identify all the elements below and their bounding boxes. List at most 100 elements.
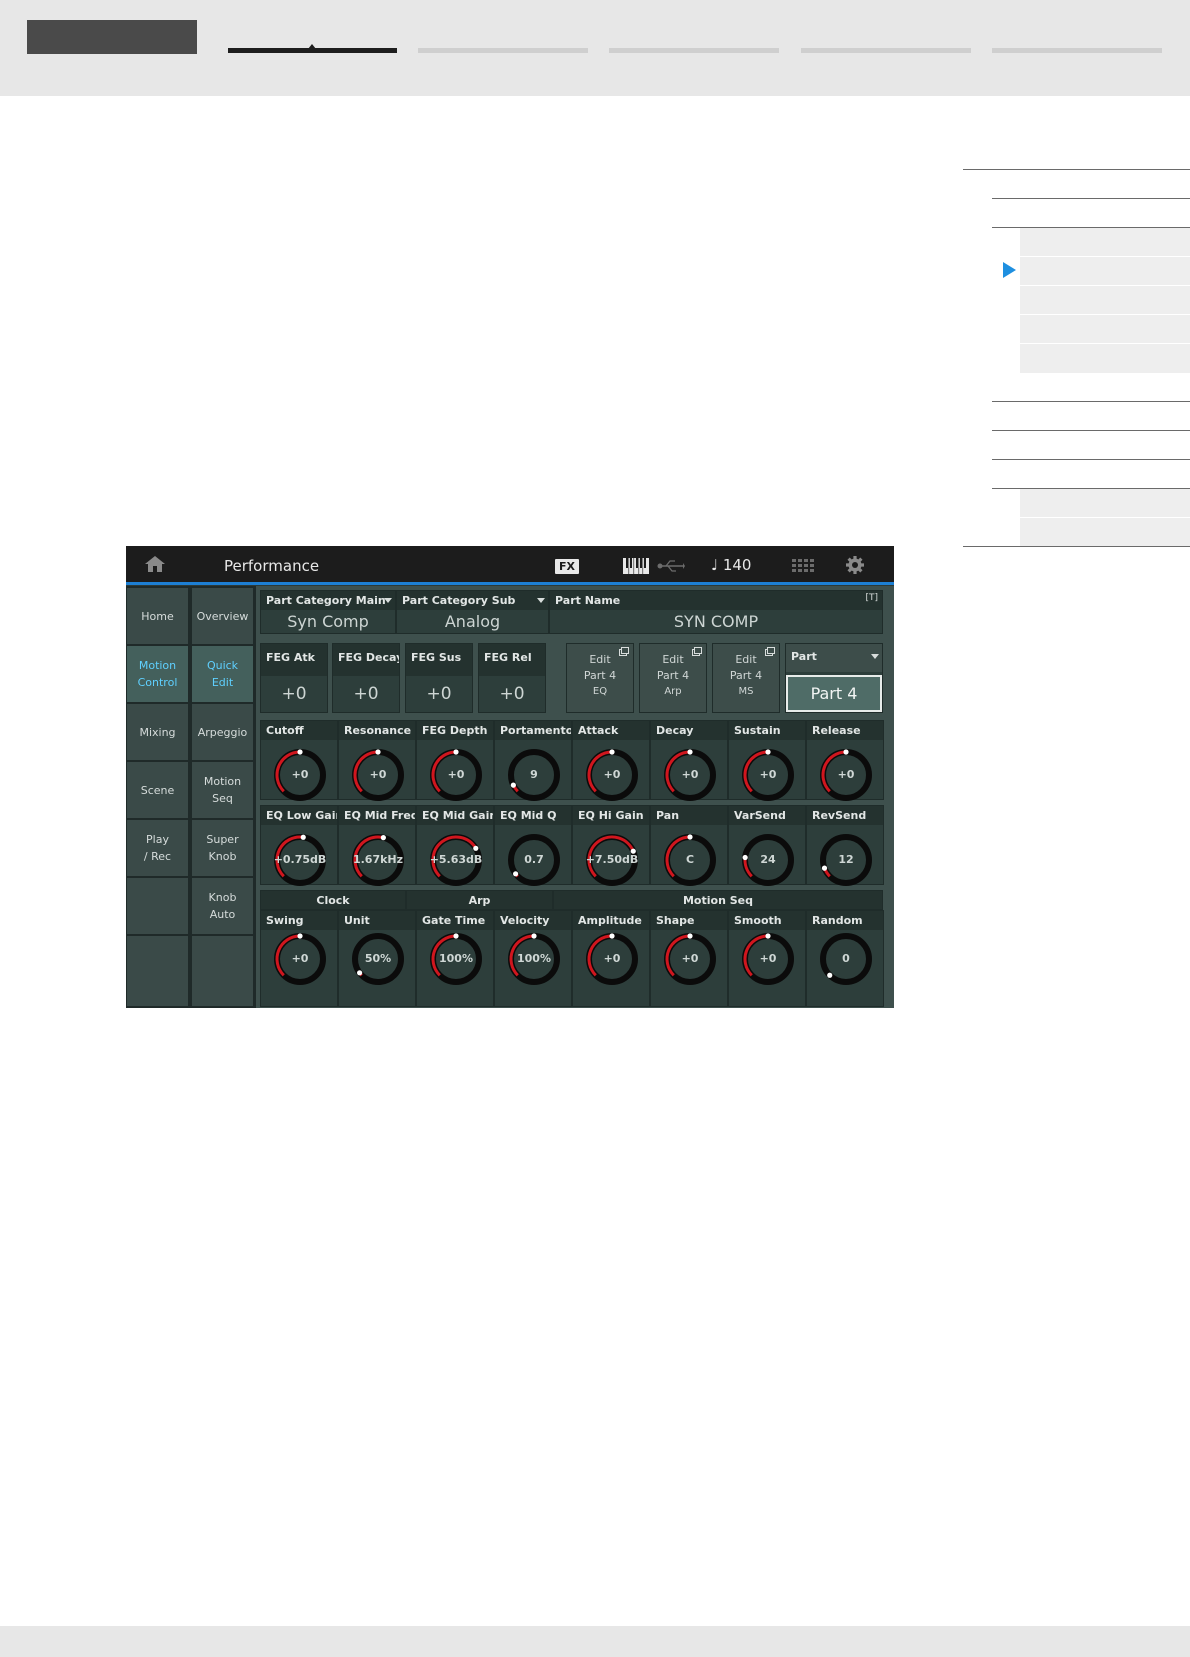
knob-pointer — [765, 933, 771, 939]
knob-value: 1.67kHz — [352, 853, 404, 866]
edit-part-arp-sub: Arp — [664, 686, 682, 697]
nav-home[interactable]: Home — [127, 588, 188, 644]
toc-item[interactable] — [1020, 344, 1190, 373]
knob-label: Gate Time — [417, 911, 493, 930]
knob-pointer — [297, 933, 303, 939]
knob-param[interactable]: Amplitude +0 — [572, 910, 650, 1007]
knob-param[interactable]: EQ Low Gain +0.75dB — [260, 805, 338, 886]
feg-rel-param[interactable]: FEG Rel +0 — [478, 643, 546, 713]
feg-rel-value: +0 — [499, 684, 525, 704]
knob-value: +7.50dB — [585, 853, 639, 866]
usb-icon — [657, 560, 685, 572]
knob-param[interactable]: Swing +0 — [260, 910, 338, 1007]
toc-divider — [992, 198, 1190, 199]
tempo-display[interactable]: ♩ 140 — [711, 556, 751, 574]
knob-param[interactable]: Random 0 — [806, 910, 884, 1007]
knob-param[interactable]: Sustain +0 — [728, 720, 806, 801]
knob-pointer — [453, 749, 459, 755]
knob-pointer — [609, 933, 615, 939]
nav-super-knob[interactable]: Super Knob — [192, 820, 253, 876]
fx-icon[interactable]: FX — [555, 559, 579, 574]
knob-value: 100% — [517, 952, 551, 965]
knob-label: Velocity — [495, 911, 571, 930]
part-category-sub-value: Analog — [444, 612, 501, 631]
nav-motion-control[interactable]: Motion Control — [127, 646, 188, 702]
part-select[interactable]: Part Part 4 — [785, 643, 883, 713]
toc-item[interactable] — [1020, 286, 1190, 314]
part-select-label: Part — [786, 644, 882, 672]
knob-param[interactable]: Shape +0 — [650, 910, 728, 1007]
knob-value: +0 — [369, 768, 387, 781]
grid-icon[interactable] — [792, 559, 814, 573]
home-icon[interactable] — [144, 555, 166, 573]
nav-quick-edit[interactable]: Quick Edit — [192, 646, 253, 702]
knob-param[interactable]: Pan C — [650, 805, 728, 886]
knob-pointer — [843, 749, 849, 755]
edit-part-arp-button[interactable]: Edit Part 4 Arp — [639, 643, 707, 713]
nav-knob-auto[interactable]: Knob Auto — [192, 878, 253, 934]
knob-param[interactable]: Unit 50% — [338, 910, 416, 1007]
part-name[interactable]: Part Name SYN COMP [T] — [549, 590, 883, 634]
nav-arpeggio[interactable]: Arpeggio — [192, 704, 253, 760]
knob-param[interactable]: Cutoff +0 — [260, 720, 338, 801]
knob-param[interactable]: Smooth +0 — [728, 910, 806, 1007]
edit-part-eq-button[interactable]: Edit Part 4 EQ — [566, 643, 634, 713]
feg-decay-label: FEG Decay — [333, 644, 399, 676]
chapter-tab[interactable] — [992, 48, 1162, 53]
knob-param[interactable]: Resonance +0 — [338, 720, 416, 801]
knob-param[interactable]: Portamento 9 — [494, 720, 572, 801]
toc-item-current[interactable] — [1020, 257, 1190, 285]
knob-param[interactable]: Velocity 100% — [494, 910, 572, 1007]
external-window-icon — [692, 647, 702, 656]
knob-label: Unit — [339, 911, 415, 930]
nav-scene[interactable]: Scene — [127, 762, 188, 818]
page-footer-bar — [0, 1626, 1190, 1657]
knob-param[interactable]: EQ Mid Gain +5.63dB — [416, 805, 494, 886]
knob-label: Cutoff — [261, 721, 337, 740]
edit-part-eq-label: Edit Part 4 — [583, 653, 617, 682]
knob-param[interactable]: Gate Time 100% — [416, 910, 494, 1007]
knob-param[interactable]: Release +0 — [806, 720, 884, 801]
nav-overview[interactable]: Overview — [192, 588, 253, 644]
knob-param[interactable]: FEG Depth +0 — [416, 720, 494, 801]
knob-param[interactable]: EQ Mid Freq 1.67kHz — [338, 805, 416, 886]
feg-atk-param[interactable]: FEG Atk +0 — [260, 643, 328, 713]
gear-icon[interactable] — [845, 555, 865, 575]
part-category-sub[interactable]: Part Category Sub Analog — [396, 590, 549, 634]
toc-divider — [992, 401, 1190, 402]
dropdown-caret-icon — [871, 654, 879, 659]
toc-item[interactable] — [1020, 518, 1190, 546]
knob-label: Sustain — [729, 721, 805, 740]
chapter-tab[interactable] — [609, 48, 779, 53]
chapter-tab[interactable] — [418, 48, 588, 53]
knob-value: 12 — [838, 853, 854, 866]
knob-param[interactable]: Decay +0 — [650, 720, 728, 801]
knob-value: +0 — [681, 952, 699, 965]
nav-mixing[interactable]: Mixing — [127, 704, 188, 760]
knob-value: +0 — [447, 768, 465, 781]
screen-title-bar: Performance FX ♩ 140 — [126, 546, 894, 582]
part-category-main[interactable]: Part Category Main Syn Comp — [260, 590, 396, 634]
knob-param[interactable]: EQ Hi Gain +7.50dB — [572, 805, 650, 886]
knob-label: Pan — [651, 806, 727, 825]
part-name-label: Part Name — [550, 591, 882, 610]
feg-sus-param[interactable]: FEG Sus +0 — [405, 643, 473, 713]
knob-param[interactable]: RevSend 12 — [806, 805, 884, 886]
chapter-tab[interactable] — [801, 48, 971, 53]
knob-value: 100% — [439, 952, 473, 965]
part-name-value: SYN COMP — [673, 612, 759, 631]
nav-play-rec[interactable]: Play / Rec — [127, 820, 188, 876]
knob-param[interactable]: Attack +0 — [572, 720, 650, 801]
toc-item[interactable] — [1020, 315, 1190, 343]
feg-decay-param[interactable]: FEG Decay +0 — [332, 643, 400, 713]
toc-item[interactable] — [1020, 228, 1190, 256]
knob-label: EQ Hi Gain — [573, 806, 649, 825]
edit-part-eq-sub: EQ — [592, 686, 608, 697]
nav-motion-seq[interactable]: Motion Seq — [192, 762, 253, 818]
knob-pointer — [531, 933, 537, 939]
knob-param[interactable]: EQ Mid Q 0.7 — [494, 805, 572, 886]
knob-value: 24 — [760, 853, 776, 866]
knob-param[interactable]: VarSend 24 — [728, 805, 806, 886]
toc-item[interactable] — [1020, 489, 1190, 517]
edit-part-ms-button[interactable]: Edit Part 4 MS — [712, 643, 780, 713]
